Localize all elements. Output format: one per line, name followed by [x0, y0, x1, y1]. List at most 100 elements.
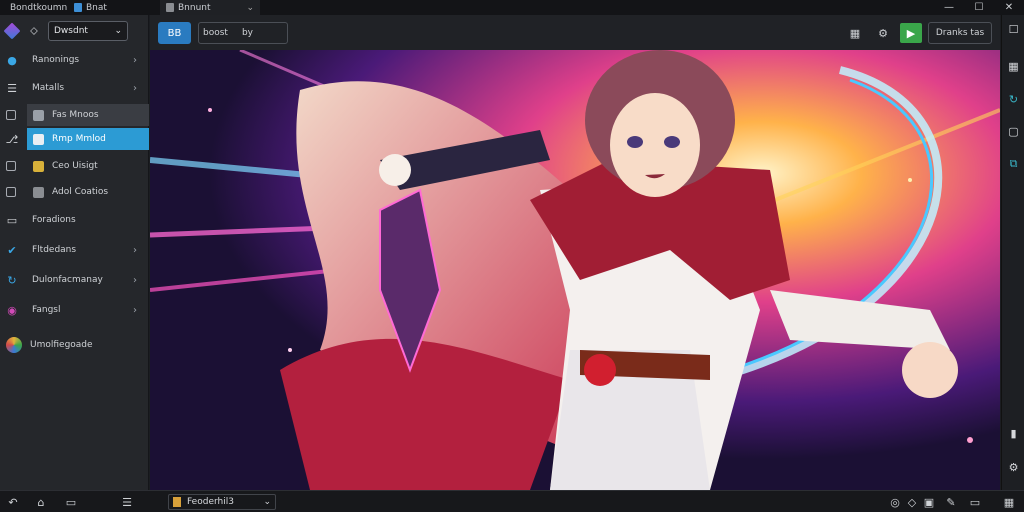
character-eye	[627, 136, 643, 148]
folder-icon: ▭	[6, 213, 18, 227]
expand-icon[interactable]: ☐	[1007, 23, 1020, 36]
close-button[interactable]: ✕	[994, 0, 1024, 15]
target-icon[interactable]: ◎	[888, 495, 902, 509]
sparkle	[908, 178, 912, 182]
status-bar: ↶ ⌂ ▭ ☰ Feoderhil3 ⌄ ◎ ◇ ▣ ✎ ▭ ▦	[0, 490, 1024, 512]
settings-icon[interactable]: ⚙	[1007, 461, 1020, 474]
chevron-right-icon: ›	[133, 54, 137, 66]
list-icon: ☰	[7, 81, 17, 95]
gear-icon[interactable]: ⚙	[872, 23, 894, 43]
checkbox[interactable]	[6, 110, 16, 120]
sparkle	[208, 108, 212, 112]
refresh-icon: ↻	[7, 273, 17, 287]
diamond-icon[interactable]: ◇	[905, 495, 919, 509]
chevron-right-icon: ›	[133, 244, 137, 256]
list-icon[interactable]: ☰	[120, 495, 134, 509]
cube-icon[interactable]	[3, 22, 21, 40]
sidebar-item-rmp-mmlod[interactable]: ⎇ Rmp Mmlod	[0, 126, 149, 152]
sparkle	[288, 348, 292, 352]
workspace-select-value: Dwsdnt	[54, 26, 88, 36]
brush-icon[interactable]: ✎	[944, 495, 958, 509]
image-icon	[33, 186, 44, 198]
workspace-select[interactable]: Dwsdnt ⌄	[48, 21, 128, 41]
sparkle	[967, 437, 973, 443]
frame-icon[interactable]: ▢	[1007, 125, 1020, 138]
circle-icon: ●	[7, 53, 17, 67]
sidebar-item-label: Umolfiegoade	[30, 340, 93, 350]
back-icon[interactable]: ↶	[6, 495, 20, 509]
sidebar-item-fas-mnoos[interactable]: Fas Mnoos	[0, 102, 149, 128]
sidebar-item-label: Rmp Mmlod	[52, 134, 106, 144]
title-bar: Bondtkoumn Bnat Bnnunt ⌄ — ☐ ✕	[0, 0, 1024, 15]
pin-icon[interactable]: ⬦	[28, 24, 40, 37]
minimize-button[interactable]: —	[934, 0, 964, 15]
layers-icon[interactable]: ⧉	[1007, 157, 1020, 170]
sidebar-item-adol-coatios[interactable]: Adol Coatios	[0, 179, 149, 205]
chevron-down-icon[interactable]: ⌄	[246, 3, 254, 13]
tool-field-value: by	[241, 28, 253, 38]
render-box[interactable]: Dranks tas	[928, 22, 992, 44]
avatar	[6, 337, 22, 353]
maximize-button[interactable]: ☐	[964, 0, 994, 15]
branch-icon: ⎇	[5, 132, 19, 146]
character-face	[610, 93, 700, 197]
sidebar-item-renderings[interactable]: ● Ranonings ›	[0, 47, 149, 73]
image-icon	[33, 133, 44, 145]
character-fist	[379, 154, 411, 186]
sidebar-item-profile[interactable]: Umolfiegoade	[0, 332, 149, 358]
sidebar-item-ceo-uisigt[interactable]: Ceo Uisigt	[0, 153, 149, 179]
tab-document-2[interactable]: Bnnunt ⌄	[160, 0, 260, 15]
tab-label: Bondtkoumn	[10, 2, 68, 13]
checkbox[interactable]	[6, 161, 16, 171]
chevron-right-icon: ›	[133, 304, 137, 316]
window-icon[interactable]: ▦	[1002, 495, 1016, 509]
sidebar-item-fangsl[interactable]: ◉ Fangsl ›	[0, 297, 149, 323]
tool-field[interactable]: boost by	[198, 22, 288, 44]
play-button[interactable]: ▶	[900, 23, 922, 43]
blue-tool-button[interactable]: BB	[158, 22, 191, 44]
character-eye	[664, 136, 680, 148]
image-icon	[33, 109, 44, 121]
monitor-icon[interactable]: ▭	[968, 495, 982, 509]
sidebar-item-label: Matalls	[32, 83, 65, 93]
tab-app[interactable]: Bondtkoumn	[0, 0, 68, 15]
image-icon[interactable]: ▣	[922, 495, 936, 509]
belt-bow	[584, 354, 616, 386]
sidebar-item-label: Ceo Uisigt	[52, 161, 98, 171]
scroll-handle[interactable]: ▮	[1007, 427, 1020, 440]
toolbar: BB boost by ▦ ⚙ ▶ Dranks tas	[150, 15, 1000, 50]
chevron-down-icon: ⌄	[114, 26, 122, 36]
file-selector[interactable]: Feoderhil3 ⌄	[168, 494, 276, 510]
right-rail: ☐ ▦ ↻ ▢ ⧉ ▮ ⚙	[1001, 15, 1024, 490]
tab-label: Bnat	[86, 2, 107, 13]
sidebar-item-fltdedans[interactable]: ✔ Fltdedans ›	[0, 237, 149, 263]
sidebar-item-label: Fas Mnoos	[52, 110, 99, 120]
doc-icon	[74, 3, 82, 12]
sidebar-item-label: Foradions	[32, 215, 76, 225]
sidebar-item-dulonfacmanay[interactable]: ↻ Dulonfacmanay ›	[0, 267, 149, 293]
refresh-icon[interactable]: ↻	[1007, 93, 1020, 106]
sidebar-item-materials[interactable]: ☰ Matalls ›	[0, 75, 149, 101]
grid-icon[interactable]: ▦	[1007, 60, 1020, 73]
character-hand	[902, 342, 958, 398]
sidebar-item-label: Adol Coatios	[52, 187, 109, 197]
doc-icon	[166, 3, 174, 12]
chevron-down-icon: ⌄	[263, 497, 271, 507]
checkbox[interactable]	[6, 187, 16, 197]
tab-label: Bnnunt	[178, 2, 211, 13]
target-icon: ◉	[7, 303, 17, 317]
artwork	[150, 50, 1000, 490]
home-icon[interactable]: ⌂	[34, 495, 48, 509]
sidebar-item-foradions[interactable]: ▭ Foradions	[0, 207, 149, 233]
sidebar-item-label: Fltdedans	[32, 245, 77, 255]
grid-icon[interactable]: ▦	[844, 23, 866, 43]
chevron-right-icon: ›	[133, 274, 137, 286]
sidebar-item-label: Fangsl	[32, 305, 61, 315]
tool-field-label: boost	[203, 28, 228, 38]
image-canvas[interactable]	[150, 50, 1000, 490]
tab-document-1[interactable]: Bnat	[68, 0, 160, 15]
check-icon: ✔	[7, 243, 17, 257]
screen-icon[interactable]: ▭	[64, 495, 78, 509]
file-selector-label: Feoderhil3	[187, 497, 234, 507]
sidebar: ⬦ Dwsdnt ⌄ ● Ranonings › ☰ Matalls › Fas…	[0, 15, 149, 490]
